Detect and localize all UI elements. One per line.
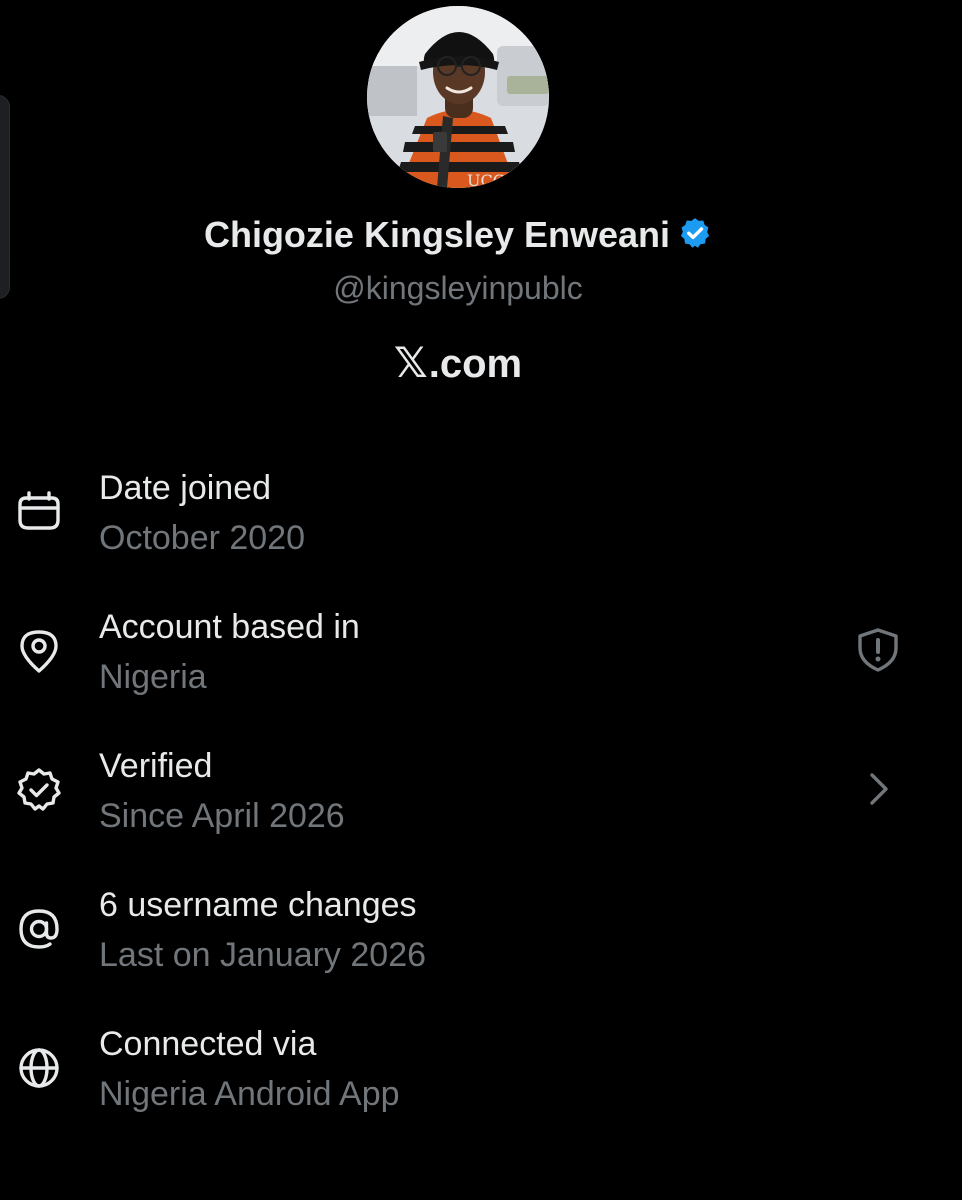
- row-value: Nigeria: [99, 658, 207, 696]
- row-value: Nigeria Android App: [99, 1075, 400, 1113]
- svg-text:UCC: UCC: [467, 171, 505, 188]
- row-value: Since April 2026: [99, 797, 345, 835]
- x-com-domain[interactable]: 𝕏.com: [0, 338, 916, 387]
- row-value: October 2020: [99, 519, 306, 557]
- row-title: Date joined: [99, 469, 272, 507]
- verified-badge-icon[interactable]: [678, 216, 712, 250]
- avatar[interactable]: UCC: [367, 6, 549, 188]
- profile-photo: UCC: [367, 6, 549, 188]
- chevron-right-icon[interactable]: [852, 763, 904, 815]
- globe-icon: [19, 1048, 59, 1088]
- row-value: Last on January 2026: [99, 936, 427, 974]
- at-sign-icon: [19, 909, 59, 949]
- row-title: Account based in: [99, 608, 360, 646]
- calendar-icon: [18, 491, 60, 530]
- info-row-username-changes: 6 username changes Last on January 2026: [0, 886, 962, 996]
- side-edge-handle[interactable]: [0, 95, 10, 299]
- location-pin-icon: [20, 630, 58, 673]
- info-row-verified[interactable]: Verified Since April 2026: [0, 747, 962, 857]
- info-row-account-based-in: Account based in Nigeria: [0, 608, 962, 718]
- shield-alert-icon[interactable]: [852, 624, 904, 676]
- domain-suffix: .com: [428, 342, 523, 386]
- info-row-connected-via: Connected via Nigeria Android App: [0, 1025, 962, 1135]
- username-handle: @kingsleyinpublc: [333, 270, 583, 306]
- info-row-date-joined: Date joined October 2020: [0, 469, 962, 579]
- x-logo: 𝕏: [393, 338, 428, 387]
- verified-check-icon: [17, 768, 61, 811]
- display-name: Chigozie Kingsley Enweani: [203, 214, 671, 255]
- profile-name-row: Chigozie Kingsley Enweani: [0, 214, 916, 256]
- row-title: Connected via: [99, 1025, 317, 1063]
- row-title: 6 username changes: [99, 886, 417, 924]
- row-title: Verified: [99, 747, 213, 785]
